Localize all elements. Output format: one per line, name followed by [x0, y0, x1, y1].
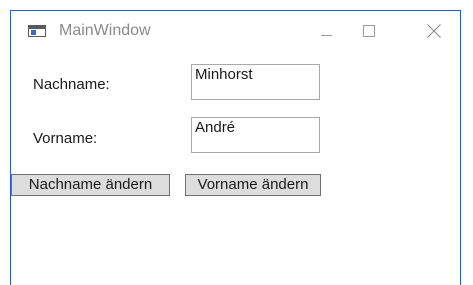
main-window: MainWindow Nachname: Minhorst Vorname: A… [10, 10, 461, 285]
title-bar[interactable]: MainWindow [11, 11, 460, 43]
minimize-icon [321, 35, 332, 36]
vorname-label: Vorname: [33, 130, 98, 147]
window-title: MainWindow [59, 22, 151, 39]
vorname-input[interactable]: André [191, 117, 320, 153]
vorname-input-value: André [195, 119, 236, 136]
nachname-input[interactable]: Minhorst [191, 64, 320, 100]
close-icon [427, 24, 441, 38]
minimize-button[interactable] [302, 11, 348, 43]
app-window-icon [28, 25, 46, 37]
maximize-button[interactable] [348, 11, 394, 43]
maximize-icon [363, 25, 375, 37]
close-button[interactable] [412, 11, 458, 43]
change-vorname-button[interactable]: Vorname ändern [185, 174, 321, 196]
change-nachname-button[interactable]: Nachname ändern [11, 174, 170, 196]
nachname-label: Nachname: [33, 76, 110, 93]
nachname-input-value: Minhorst [195, 66, 253, 83]
